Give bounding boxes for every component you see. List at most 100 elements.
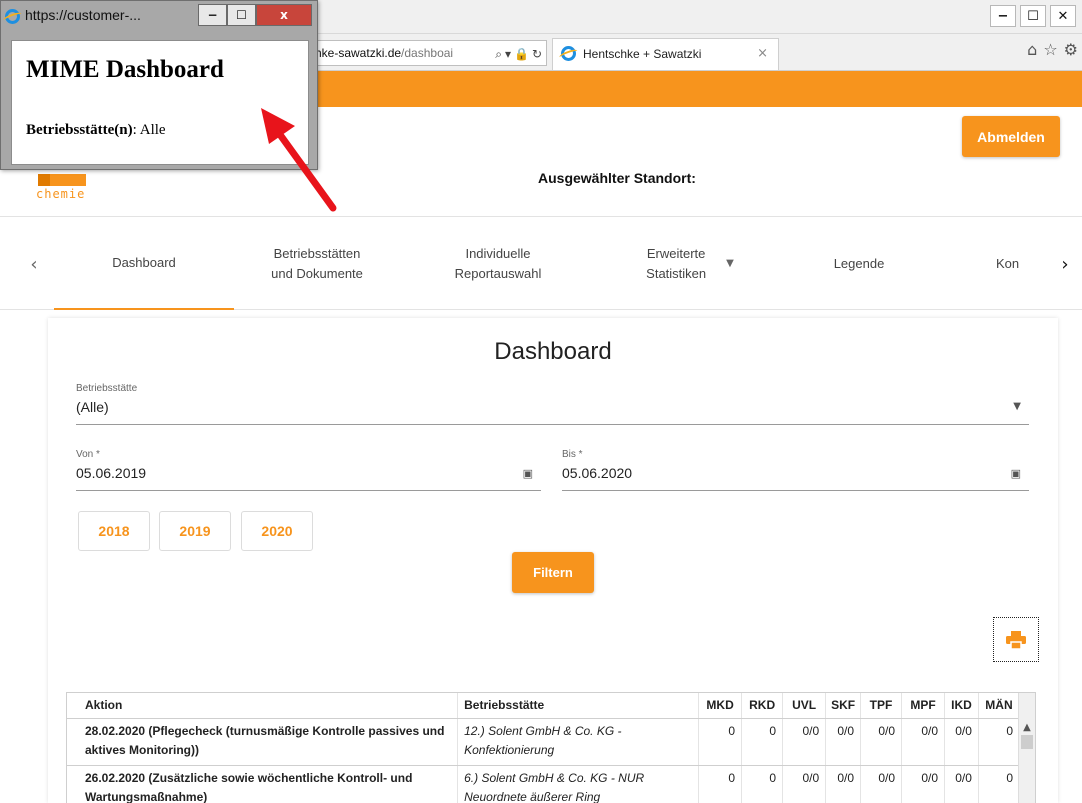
tab-label: Legende	[833, 256, 885, 271]
value-cell: 0/0	[860, 765, 903, 803]
betriebsstaette-label: Betriebsstätte	[76, 383, 138, 394]
browser-toolbar-icons: ⌂ ☆ ⚙	[1027, 40, 1078, 59]
maximize-button[interactable]: ☐	[1020, 5, 1046, 27]
column-header[interactable]: Betriebsstätte	[457, 693, 700, 719]
ie-logo-icon	[561, 46, 576, 61]
address-tools: ⌕ ▾ 🔒 ↻	[493, 42, 544, 65]
settings-gear-icon[interactable]: ⚙	[1064, 40, 1078, 59]
popup-close-button[interactable]: x	[256, 4, 312, 26]
main-nav-tabs: ‹ Dashboard Betriebsstätten und Dokumente…	[0, 218, 1082, 310]
printer-icon	[1006, 630, 1026, 649]
column-header[interactable]: Aktion	[67, 693, 459, 719]
value-cell: 0/0	[944, 765, 979, 803]
tab-kontakt[interactable]: Kon	[996, 218, 1056, 310]
refresh-icon[interactable]: ↻	[532, 42, 542, 65]
value-cell: 0	[978, 718, 1021, 766]
value-cell: 0/0	[860, 718, 903, 766]
year-button-2018[interactable]: 2018	[78, 511, 150, 551]
value-cell: 0	[741, 718, 784, 766]
betriebsstaette-cell: 6.) Solent GmbH & Co. KG - NUR Neuordnet…	[457, 765, 700, 803]
aktion-cell: 28.02.2020 (Pflegecheck (turnusmäßige Ko…	[67, 718, 459, 766]
popup-heading: MIME Dashboard	[26, 56, 224, 83]
scrollbar-thumb[interactable]	[1021, 735, 1033, 749]
bis-date-field[interactable]: Bis * 05.06.2020 ▣	[562, 449, 1029, 491]
value-cell: 0	[698, 765, 743, 803]
popup-line-value: Alle	[139, 122, 166, 138]
scroll-up-icon[interactable]: ▲	[1019, 693, 1035, 733]
column-header[interactable]: TPF	[860, 693, 903, 719]
chevron-down-icon[interactable]: ▾	[505, 42, 511, 65]
print-button[interactable]	[993, 617, 1039, 662]
value-cell: 0/0	[825, 718, 862, 766]
address-input[interactable]: hke-sawatzki.de/dashboai ⌕ ▾ 🔒 ↻	[300, 40, 547, 66]
tab-betriebsstaetten-dokumente[interactable]: Betriebsstätten und Dokumente	[234, 218, 400, 310]
popup-maximize-button[interactable]: ☐	[227, 4, 256, 26]
minimize-button[interactable]: −	[990, 5, 1016, 27]
value-cell: 0/0	[782, 765, 827, 803]
address-path: /dashboai	[401, 46, 454, 60]
tab-erweiterte-statistiken[interactable]: Erweiterte Statistiken ▼	[596, 218, 784, 310]
browser-tab[interactable]: Hentschke + Sawatzki ×	[552, 38, 779, 70]
page-title: Dashboard	[494, 338, 612, 365]
popup-window-controls: − ☐ x	[198, 4, 312, 26]
aktion-cell: 26.02.2020 (Zusätzliche sowie wöchentlic…	[67, 765, 459, 803]
column-header[interactable]: MPF	[901, 693, 946, 719]
favorites-star-icon[interactable]: ☆	[1043, 40, 1057, 59]
browser-tab-title: Hentschke + Sawatzki	[583, 47, 702, 61]
year-button-2020[interactable]: 2020	[241, 511, 313, 551]
tab-label: Kon	[996, 256, 1020, 271]
bis-label: Bis *	[562, 449, 583, 460]
year-button-2019[interactable]: 2019	[159, 511, 231, 551]
close-button[interactable]: ✕	[1050, 5, 1076, 27]
column-header[interactable]: IKD	[944, 693, 979, 719]
main-window-controls: − ☐ ✕	[990, 5, 1076, 27]
filter-button[interactable]: Filtern	[512, 552, 594, 593]
popup-betriebsstaette-line: Betriebsstätte(n): Alle	[26, 122, 166, 139]
tab-close-icon[interactable]: ×	[757, 39, 768, 69]
value-cell: 0/0	[825, 765, 862, 803]
nav-next-arrow[interactable]: ›	[1048, 218, 1082, 310]
selected-location-label: Ausgewählter Standort:	[538, 170, 696, 186]
tab-individuelle-reportauswahl[interactable]: Individuelle Reportauswahl	[400, 218, 596, 310]
popup-line-key: Betriebsstätte(n)	[26, 122, 133, 138]
popup-minimize-button[interactable]: −	[198, 4, 227, 26]
logout-button[interactable]: Abmelden	[962, 116, 1060, 157]
value-cell: 0	[741, 765, 784, 803]
column-header[interactable]: MKD	[698, 693, 743, 719]
betriebsstaette-cell: 12.) Solent GmbH & Co. KG - Konfektionie…	[457, 718, 700, 766]
popup-line-separator: :	[132, 122, 140, 138]
dropdown-arrow-icon: ▼	[726, 258, 734, 269]
column-header[interactable]: MÄN	[978, 693, 1021, 719]
lock-icon[interactable]: 🔒	[514, 42, 529, 65]
column-header[interactable]: RKD	[741, 693, 784, 719]
calendar-icon[interactable]: ▣	[1011, 467, 1021, 480]
column-header[interactable]: SKF	[825, 693, 862, 719]
value-cell: 0/0	[944, 718, 979, 766]
betriebsstaette-select[interactable]: Betriebsstätte (Alle) ▼	[76, 383, 1029, 425]
address-domain: hke-sawatzki.de	[315, 46, 402, 60]
search-icon[interactable]: ⌕	[495, 42, 502, 65]
tab-legende[interactable]: Legende	[784, 218, 934, 310]
bis-value: 05.06.2020	[562, 465, 633, 481]
value-cell: 0/0	[901, 718, 946, 766]
tab-dashboard[interactable]: Dashboard	[54, 218, 234, 310]
von-value: 05.06.2019	[76, 465, 147, 481]
value-cell: 0/0	[901, 765, 946, 803]
value-cell: 0/0	[782, 718, 827, 766]
von-date-field[interactable]: Von * 05.06.2019 ▣	[76, 449, 541, 491]
actions-table: Aktion Betriebsstätte MKD RKD UVL SKF TP…	[66, 692, 1036, 803]
red-annotation-arrow	[261, 108, 337, 212]
tab-label: Betriebsstätten und Dokumente	[271, 246, 363, 281]
home-icon[interactable]: ⌂	[1027, 40, 1037, 59]
table-row[interactable]: 28.02.2020 (Pflegecheck (turnusmäßige Ko…	[67, 718, 1021, 766]
value-cell: 0	[978, 765, 1021, 803]
popup-titlebar[interactable]: https://customer-... − ☐ x	[1, 1, 317, 31]
nav-prev-arrow[interactable]: ‹	[14, 218, 54, 310]
logo-bar-accent	[38, 174, 50, 186]
ie-logo-icon	[5, 9, 20, 24]
table-scrollbar[interactable]: ▲	[1018, 693, 1035, 803]
value-cell: 0	[698, 718, 743, 766]
calendar-icon[interactable]: ▣	[523, 467, 533, 480]
column-header[interactable]: UVL	[782, 693, 827, 719]
table-row[interactable]: 26.02.2020 (Zusätzliche sowie wöchentlic…	[67, 765, 1021, 803]
